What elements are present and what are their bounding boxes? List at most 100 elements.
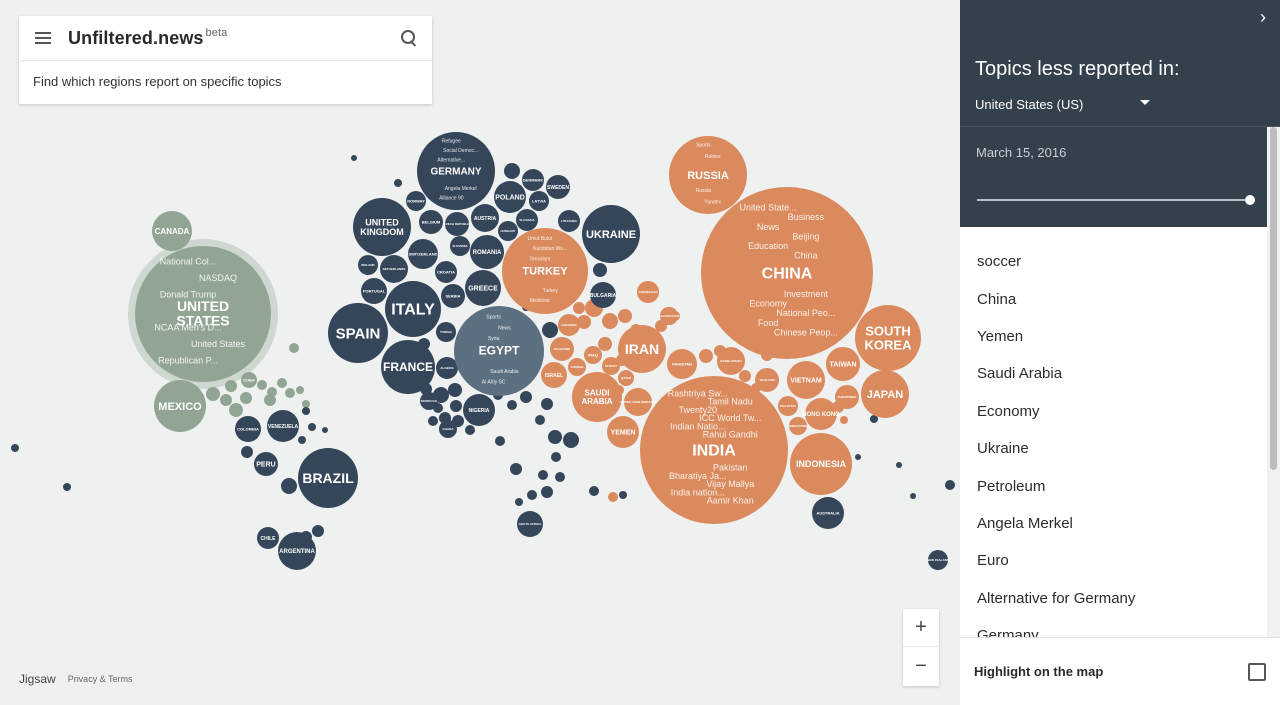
country-bubble-indonesia[interactable]: INDONESIA bbox=[790, 433, 852, 495]
topic-item[interactable]: Petroleum bbox=[960, 467, 1267, 504]
country-bubble-spain[interactable]: SPAIN bbox=[328, 303, 388, 363]
country-bubble-canada[interactable]: CANADA bbox=[152, 211, 192, 251]
country-bubble-united-states[interactable]: UNITEDSTATESNational Col...NASDAQDonald … bbox=[135, 246, 271, 382]
country-bubble-mexico[interactable]: MEXICO bbox=[154, 380, 206, 432]
country-bubble-small[interactable] bbox=[739, 370, 751, 382]
country-bubble-australia[interactable]: AUSTRALIA bbox=[812, 497, 844, 529]
topic-item[interactable]: Germany bbox=[960, 617, 1267, 637]
country-bubble-small[interactable] bbox=[504, 163, 520, 179]
topic-item[interactable]: soccer bbox=[960, 243, 1267, 280]
country-bubble-morocco[interactable]: MOROCCO bbox=[420, 392, 438, 410]
country-bubble-small[interactable] bbox=[428, 416, 438, 426]
country-bubble-jordan[interactable]: JORDAN bbox=[568, 358, 586, 376]
country-bubble-small[interactable] bbox=[11, 444, 19, 452]
country-bubble-lithuania[interactable]: LITHUANIA bbox=[558, 210, 580, 232]
country-bubble-small[interactable] bbox=[240, 392, 252, 404]
country-bubble-kuwait[interactable]: KUWAIT bbox=[602, 357, 620, 375]
country-bubble-peru[interactable]: PERU bbox=[254, 452, 278, 476]
country-bubble-small[interactable] bbox=[520, 391, 532, 403]
country-bubble-israel[interactable]: ISRAEL bbox=[541, 362, 567, 388]
country-bubble-small[interactable] bbox=[563, 432, 579, 448]
country-bubble-azerbaijan[interactable]: AZERBAIJAN bbox=[637, 281, 659, 303]
country-bubble-new-zealand[interactable]: NEW ZEALAND bbox=[927, 550, 950, 570]
country-bubble-slovakia[interactable]: SLOVAKIA bbox=[516, 209, 538, 231]
country-bubble-small[interactable] bbox=[510, 463, 522, 475]
country-bubble-czech-republic[interactable]: CZECH REPUBLIC bbox=[444, 212, 471, 236]
country-bubble-small[interactable] bbox=[281, 478, 297, 494]
country-bubble-vietnam[interactable]: VIETNAM bbox=[787, 361, 825, 399]
country-bubble-france[interactable]: FRANCE bbox=[381, 340, 435, 394]
country-bubble-portugal[interactable]: PORTUGAL bbox=[361, 278, 387, 304]
country-bubble-small[interactable] bbox=[538, 470, 548, 480]
country-bubble-ukraine[interactable]: UKRAINE bbox=[582, 205, 640, 263]
country-bubble-austria[interactable]: AUSTRIA bbox=[471, 204, 499, 232]
country-bubble-egypt[interactable]: EGYPT Sports News Syria Saudi Arabia Al Ahly … bbox=[454, 306, 544, 396]
country-bubble-philippines[interactable]: PHILIPPINES bbox=[835, 385, 859, 409]
country-bubble-romania[interactable]: ROMANIA bbox=[470, 235, 504, 269]
country-bubble-nigeria[interactable]: NIGERIA bbox=[463, 394, 495, 426]
topic-item[interactable]: Ukraine bbox=[960, 430, 1267, 467]
country-bubble-small[interactable] bbox=[855, 454, 861, 460]
country-bubble-small[interactable] bbox=[699, 349, 713, 363]
country-bubble-yemen[interactable]: YEMEN bbox=[607, 416, 639, 448]
country-bubble-pakistan[interactable]: PAKISTAN bbox=[667, 349, 697, 379]
country-bubble-chile[interactable]: CHILE bbox=[257, 527, 279, 549]
country-bubble-small[interactable] bbox=[448, 383, 462, 397]
country-bubble-ghana[interactable]: GHANA bbox=[439, 420, 457, 438]
country-bubble-sweden[interactable]: SWEDEN bbox=[546, 175, 570, 199]
privacy-terms-link[interactable]: Privacy & Terms bbox=[68, 674, 133, 684]
country-bubble-small[interactable] bbox=[63, 483, 71, 491]
country-bubble-small[interactable] bbox=[296, 386, 304, 394]
topic-item[interactable]: Saudi Arabia bbox=[960, 355, 1267, 392]
country-bubble-iran[interactable]: IRAN bbox=[618, 325, 666, 373]
country-bubble-slovenia[interactable]: SLOVENIA bbox=[450, 236, 470, 256]
country-bubble-croatia[interactable]: CROATIA bbox=[435, 261, 457, 283]
country-bubble-thailand[interactable]: THAILAND bbox=[755, 368, 779, 392]
zoom-in-button[interactable]: + bbox=[903, 609, 939, 647]
country-bubble-small[interactable] bbox=[618, 309, 632, 323]
country-bubble-ireland[interactable]: IRELAND bbox=[358, 255, 378, 275]
country-bubble-japan[interactable]: JAPAN bbox=[861, 370, 909, 418]
jigsaw-logo[interactable]: Jigsaw bbox=[19, 672, 56, 686]
country-bubble-greece[interactable]: GREECE bbox=[465, 270, 501, 306]
country-bubble-small[interactable] bbox=[548, 430, 562, 444]
country-bubble-china[interactable]: CHINA United State...Business News Beijing E… bbox=[701, 187, 873, 359]
country-bubble-italy[interactable]: ITALY bbox=[385, 281, 441, 337]
country-bubble-saudi-arabia[interactable]: SAUDIARABIA bbox=[572, 372, 622, 422]
country-bubble-singapore[interactable]: SINGAPORE bbox=[789, 417, 807, 435]
country-bubble-small[interactable] bbox=[229, 403, 243, 417]
country-bubble-small[interactable] bbox=[515, 498, 523, 506]
country-bubble-small[interactable] bbox=[241, 446, 253, 458]
date-slider-track[interactable] bbox=[977, 199, 1250, 201]
country-bubble-small[interactable] bbox=[302, 407, 310, 415]
country-bubble-united-kingdom[interactable]: UNITEDKINGDOM bbox=[353, 198, 411, 256]
country-bubble-palestine[interactable]: PALESTINE bbox=[550, 337, 574, 361]
country-bubble-small[interactable] bbox=[619, 491, 627, 499]
country-bubble-small[interactable] bbox=[527, 490, 537, 500]
country-bubble-colombia[interactable]: COLOMBIA bbox=[235, 416, 261, 442]
date-slider-thumb[interactable] bbox=[1245, 195, 1255, 205]
topic-item[interactable]: China bbox=[960, 280, 1267, 317]
country-bubble-small[interactable] bbox=[602, 313, 618, 329]
country-bubble-small[interactable] bbox=[465, 425, 475, 435]
country-bubble-algeria[interactable]: ALGERIA bbox=[436, 357, 458, 379]
country-bubble-small[interactable] bbox=[542, 322, 558, 338]
country-bubble-taiwan[interactable]: TAIWAN bbox=[826, 347, 860, 381]
country-bubble-small[interactable] bbox=[302, 400, 310, 408]
country-bubble-small[interactable] bbox=[945, 480, 955, 490]
country-bubble-small[interactable] bbox=[551, 452, 561, 462]
country-bubble-small[interactable] bbox=[264, 394, 276, 406]
country-bubble-netherlands[interactable]: NETHERLANDS bbox=[380, 255, 408, 283]
country-bubble-qatar[interactable]: QATAR bbox=[618, 370, 634, 386]
country-dropdown[interactable]: United States (US) bbox=[975, 97, 1150, 112]
country-bubble-small[interactable] bbox=[573, 302, 585, 314]
country-bubble-small[interactable] bbox=[206, 387, 220, 401]
country-bubble-belgium[interactable]: BELGIUM bbox=[419, 210, 443, 234]
topic-item[interactable]: Alternative for Germany bbox=[960, 580, 1267, 617]
country-bubble-small[interactable] bbox=[394, 179, 402, 187]
chevron-right-icon[interactable]: › bbox=[1260, 7, 1266, 28]
topic-list-scroll-thumb[interactable] bbox=[1270, 127, 1277, 470]
country-bubble-norway[interactable]: NORWAY bbox=[406, 191, 426, 211]
country-bubble-small[interactable] bbox=[589, 486, 599, 496]
country-bubble-small[interactable] bbox=[541, 486, 553, 498]
